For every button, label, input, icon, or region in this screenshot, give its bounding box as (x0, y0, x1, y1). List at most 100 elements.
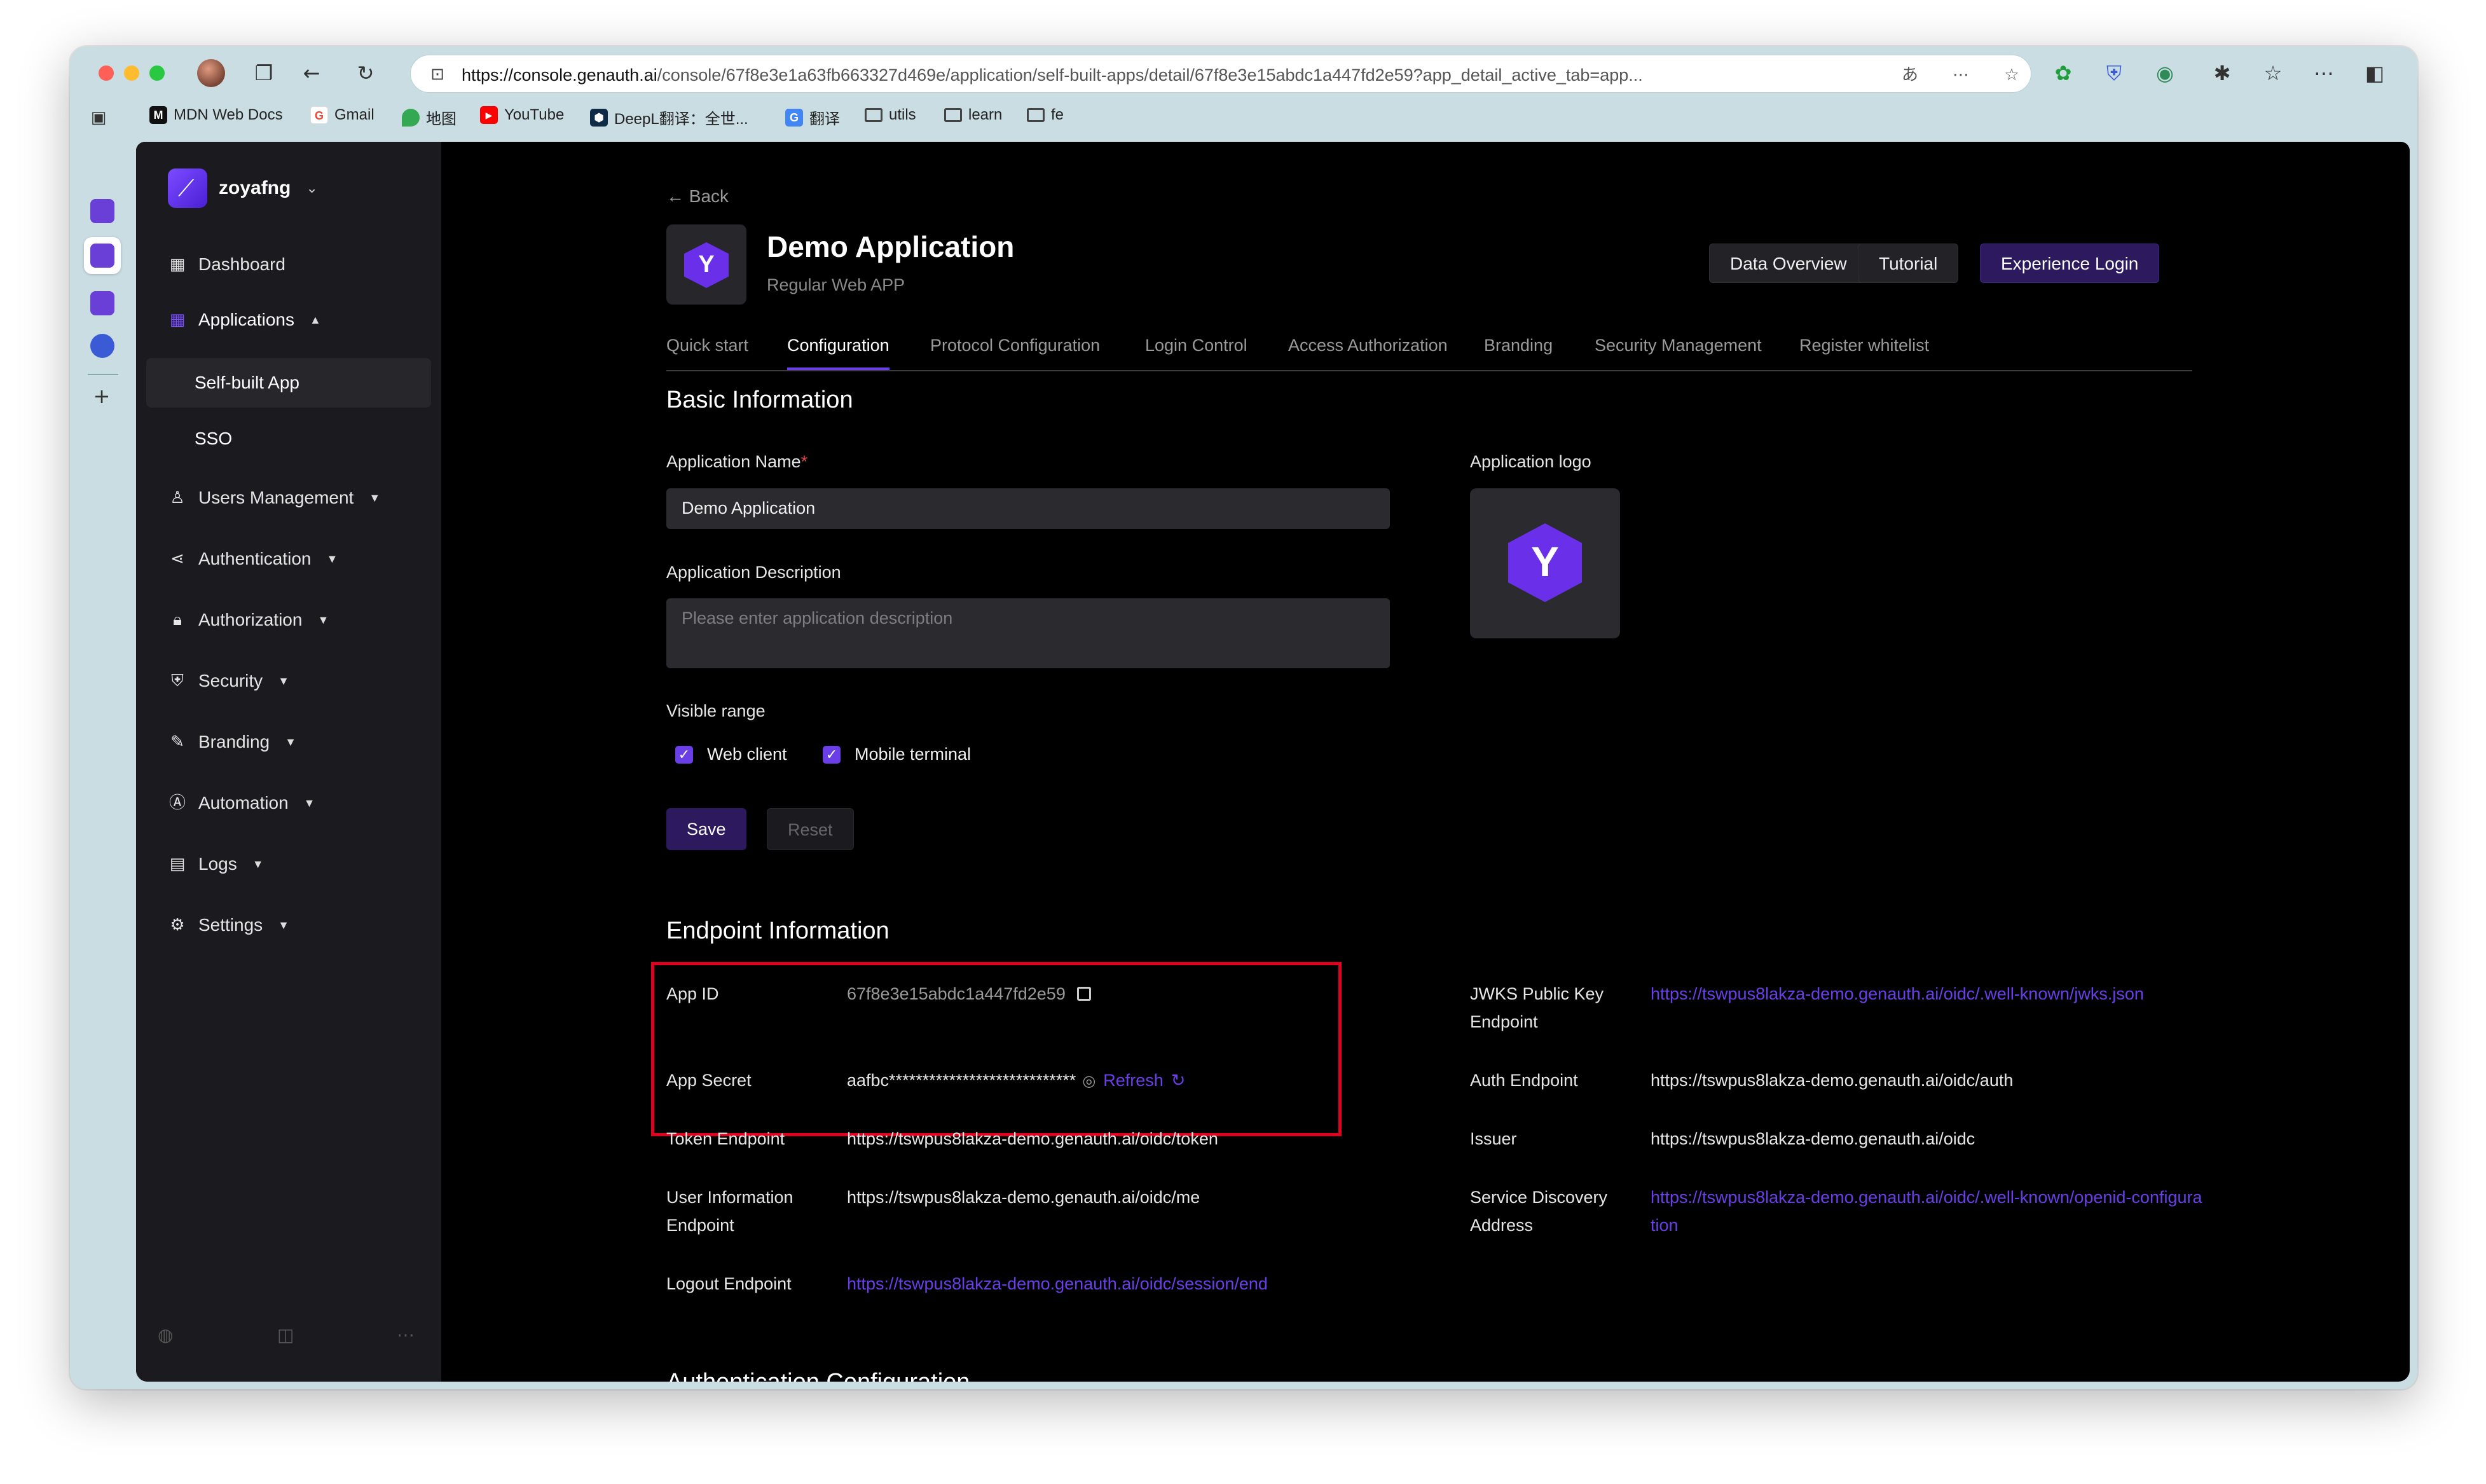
tab-access-authorization[interactable]: Access Authorization (1288, 336, 1448, 355)
bookmark-mdn[interactable]: M MDN Web Docs (149, 106, 283, 124)
vertical-tab-genauth-1[interactable] (90, 199, 114, 223)
maximize-window-button[interactable] (149, 65, 165, 81)
sidebar-item-applications[interactable]: ▦ Applications ▲ (168, 310, 321, 330)
tab-register-whitelist[interactable]: Register whitelist (1799, 336, 1929, 355)
tab-protocol-configuration[interactable]: Protocol Configuration (930, 336, 1100, 355)
service-discovery-link[interactable]: https://tswpus8lakza-demo.genauth.ai/oid… (1651, 1183, 2204, 1239)
more-menu-icon[interactable]: ⋯ (2311, 60, 2337, 86)
reload-icon[interactable]: ↻ (353, 60, 378, 86)
automation-icon: Ⓐ (168, 794, 186, 813)
issuer-value[interactable]: https://tswpus8lakza-demo.genauth.ai/oid… (1651, 1125, 1975, 1153)
copy-icon[interactable] (1076, 987, 1091, 1001)
bookmark-maps[interactable]: 地图 (402, 106, 457, 128)
jwks-endpoint-label: JWKS Public Key Endpoint (1470, 984, 1604, 1031)
vertical-tab-genauth-3[interactable] (90, 291, 114, 315)
translate-page-icon[interactable]: あ (1899, 63, 1921, 86)
tab-login-control[interactable]: Login Control (1145, 336, 1247, 355)
favorite-star-icon[interactable]: ☆ (2000, 63, 2023, 86)
eye-icon[interactable]: ◎ (1082, 1068, 1095, 1096)
site-info-icon[interactable]: ⊡ (427, 64, 448, 85)
sidebar-item-users-management[interactable]: ♙ Users Management ▼ (168, 488, 380, 508)
issuer-label: Issuer (1470, 1129, 1517, 1148)
sidebar-item-authorization[interactable]: 🔒︎ Authorization ▼ (168, 610, 329, 630)
reset-button[interactable]: Reset (767, 808, 854, 850)
bookmark-translate[interactable]: G 翻译 (785, 106, 840, 128)
sidebar-item-settings[interactable]: ⚙ Settings ▼ (168, 915, 289, 935)
bookmark-deepl[interactable]: ⬢ DeepL翻译：全世... (590, 106, 748, 128)
application-name-input[interactable]: Demo Application (666, 488, 1390, 529)
tab-bar: Quick start Configuration Protocol Confi… (666, 336, 2192, 371)
refresh-secret-button[interactable]: Refresh (1103, 1071, 1164, 1090)
caret-down-icon: ▼ (278, 918, 289, 931)
sidebar-item-dashboard[interactable]: ▦ Dashboard (168, 254, 285, 275)
bookmark-folder-fe[interactable]: fe (1027, 106, 1064, 124)
sidebar-item-authentication[interactable]: ⋖ Authentication ▼ (168, 549, 338, 569)
translate-icon: G (785, 108, 803, 127)
vertical-tab-genauth-active[interactable] (84, 237, 121, 274)
sidebar-item-branding[interactable]: ✎ Branding ▼ (168, 732, 296, 752)
vertical-tab-shield[interactable] (90, 334, 114, 358)
application-description-textarea[interactable]: Please enter application description (666, 598, 1390, 668)
extensions-puzzle-icon[interactable]: ✱ (2209, 60, 2235, 86)
experience-login-button[interactable]: Experience Login (1980, 244, 2160, 283)
sidebar-toggle-icon[interactable]: ◧ (2362, 60, 2387, 86)
page-title: Demo Application (767, 230, 1015, 263)
close-window-button[interactable] (99, 65, 114, 81)
caret-down-icon: ▼ (317, 613, 329, 626)
user-icon: ♙ (170, 488, 185, 507)
web-client-checkbox[interactable]: ✓ Web client (675, 745, 787, 764)
tab-quick-start[interactable]: Quick start (666, 336, 748, 355)
bookmark-youtube[interactable]: ▶ YouTube (480, 106, 564, 124)
data-overview-button[interactable]: Data Overview (1709, 244, 1868, 283)
sidebar-item-sso[interactable]: SSO (146, 414, 431, 464)
extension-shield-icon[interactable]: ⛨ (2101, 60, 2127, 86)
address-bar[interactable]: ⊡ https://console.genauth.ai/console/67f… (410, 55, 2031, 93)
required-asterisk: * (800, 452, 808, 471)
token-endpoint-value[interactable]: https://tswpus8lakza-demo.genauth.ai/oid… (847, 1125, 1218, 1153)
org-switcher[interactable]: zoyafng ⌄ (168, 168, 318, 208)
collapse-sidebar-icon[interactable]: ◫ (277, 1324, 294, 1345)
folder-icon (944, 108, 962, 122)
tab-branding[interactable]: Branding (1484, 336, 1553, 355)
more-options-icon[interactable]: ⋯ (397, 1324, 415, 1345)
bookmark-folder-utils[interactable]: utils (865, 106, 916, 124)
more-tools-icon[interactable]: ⋯ (1949, 63, 1972, 86)
jwks-endpoint-link[interactable]: https://tswpus8lakza-demo.genauth.ai/oid… (1651, 980, 2144, 1008)
bookmark-folder-learn[interactable]: learn (944, 106, 1002, 124)
back-link[interactable]: ← Back (666, 186, 729, 207)
bookmarks-bar: ▣ M MDN Web Docs G Gmail 地图 ▶ YouTube ⬢ Deep… (70, 102, 2417, 133)
sidebar-item-security[interactable]: ⛨ Security ▼ (168, 671, 289, 691)
tab-configuration[interactable]: Configuration (787, 336, 889, 370)
minimize-window-button[interactable] (124, 65, 139, 81)
extension-green-icon[interactable]: ✿ (2050, 60, 2076, 86)
sidebar-item-logs[interactable]: ▤ Logs ▼ (168, 854, 264, 874)
new-tab-plus-icon[interactable]: + (89, 383, 114, 409)
extension-circle-icon[interactable]: ◉ (2152, 60, 2178, 86)
profile-avatar[interactable] (197, 59, 225, 87)
refresh-icon[interactable]: ↻ (1171, 1071, 1186, 1090)
app-secret-label: App Secret (666, 1071, 752, 1090)
endpoint-information-title: Endpoint Information (666, 917, 889, 944)
url-text[interactable]: https://console.genauth.ai/console/67f8e… (462, 65, 1797, 85)
folder-icon (1027, 108, 1045, 122)
auth-endpoint-label: Auth Endpoint (1470, 1071, 1578, 1090)
bookmark-gmail[interactable]: G Gmail (310, 106, 374, 124)
tab-actions-icon[interactable]: ❐ (251, 60, 277, 86)
application-logo-upload[interactable] (1470, 488, 1620, 638)
mobile-terminal-checkbox[interactable]: ✓ Mobile terminal (823, 745, 971, 764)
chevron-down-icon: ⌄ (306, 180, 318, 196)
help-bot-icon[interactable]: ◍ (158, 1324, 173, 1345)
user-information-endpoint-label: User Information Endpoint (666, 1188, 793, 1235)
favorites-icon[interactable]: ☆ (2260, 60, 2286, 86)
basic-information-title: Basic Information (666, 387, 853, 413)
vertical-tabs-icon[interactable]: ▣ (86, 105, 111, 130)
user-information-endpoint-value[interactable]: https://tswpus8lakza-demo.genauth.ai/oid… (847, 1183, 1200, 1211)
logout-endpoint-link[interactable]: https://tswpus8lakza-demo.genauth.ai/oid… (847, 1270, 1268, 1298)
auth-endpoint-value[interactable]: https://tswpus8lakza-demo.genauth.ai/oid… (1651, 1066, 2013, 1094)
save-button[interactable]: Save (666, 808, 746, 850)
tutorial-button[interactable]: Tutorial (1858, 244, 1959, 283)
sidebar-item-automation[interactable]: Ⓐ Automation ▼ (168, 793, 315, 813)
tab-security-management[interactable]: Security Management (1595, 336, 1762, 355)
back-arrow-icon[interactable]: ← (299, 60, 324, 86)
sidebar-item-self-built-app[interactable]: Self-built App (146, 358, 431, 408)
